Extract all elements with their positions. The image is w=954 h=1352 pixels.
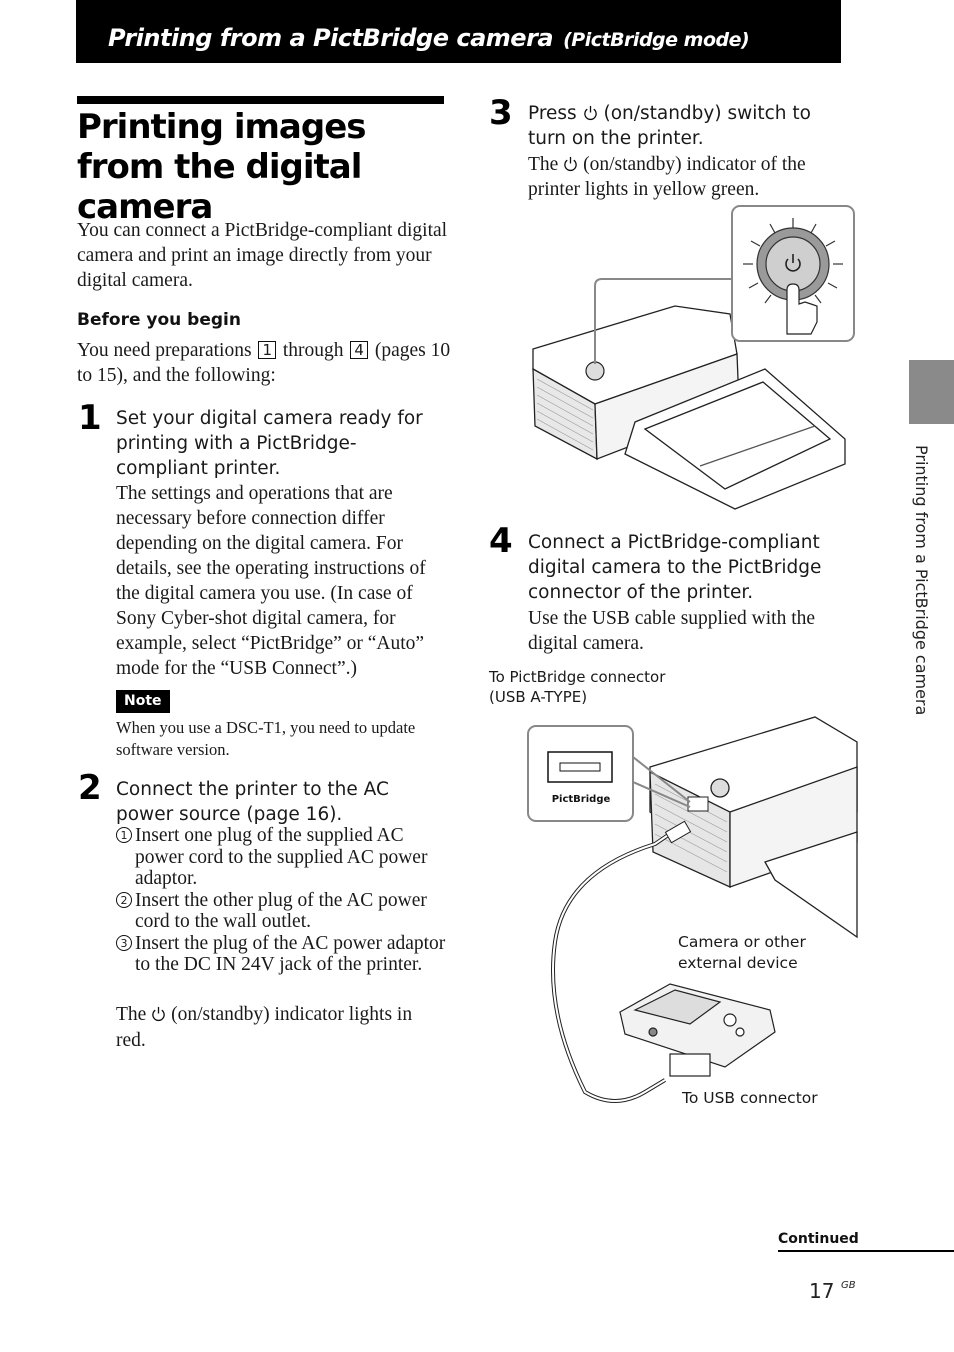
step-2-substeps: 1 Insert one plug of the supplied AC pow… — [116, 825, 456, 976]
note-badge: Note — [116, 690, 170, 713]
step-1-heading: Set your digital camera ready for printi… — [116, 408, 423, 479]
camera-label: Camera or other external device — [678, 932, 806, 974]
section-title-text: Printing from a PictBridge camera — [108, 24, 554, 52]
step-3-number: 3 — [489, 93, 513, 133]
preparations-paragraph: You need preparations 1 through 4 (pages… — [77, 338, 457, 388]
heading-rule — [77, 96, 444, 104]
step-2-number: 2 — [78, 768, 102, 808]
step-2-result: The (on/standby) indicator lights in red… — [116, 1002, 446, 1054]
prep-text-middle: through — [282, 340, 344, 361]
power-icon — [583, 105, 597, 120]
page-title: Printing images from the digital camera — [77, 107, 367, 227]
pictbridge-connector-label: To PictBridge connector (USB A-TYPE) — [489, 667, 665, 707]
continued-rule — [778, 1250, 954, 1252]
substep-item: 2 Insert the other plug of the AC power … — [116, 890, 456, 933]
prep-box-end: 4 — [350, 341, 368, 359]
step-4-body: Use the USB cable supplied with the digi… — [528, 608, 816, 654]
camera-label-line1: Camera or other — [678, 933, 806, 951]
step-4-number: 4 — [489, 521, 513, 561]
power-icon — [152, 1006, 165, 1021]
usb-port — [687, 796, 709, 812]
page-number: 17 — [809, 1279, 835, 1303]
camera-connection-illustration: PictBridge — [527, 716, 858, 1103]
chapter-tab-label: Printing from a PictBridge camera — [912, 445, 931, 716]
step-1-number: 1 — [78, 398, 102, 438]
usb-cable — [551, 825, 682, 1103]
substep-marker: 3 — [116, 934, 132, 951]
usb-port-slot — [559, 762, 601, 772]
step-2-heading: Connect the printer to the AC power sour… — [116, 779, 389, 825]
substep-marker: 2 — [116, 891, 132, 908]
page-language: GB — [841, 1280, 856, 1291]
intro-paragraph: You can connect a PictBridge-compliant d… — [77, 220, 448, 291]
step-4-heading: Connect a PictBridge-compliant digital c… — [528, 532, 822, 603]
substep-text: Insert the plug of the AC power adaptor … — [135, 932, 446, 976]
usb-connector-label: To USB connector — [682, 1089, 818, 1107]
printer-power-illustration — [532, 205, 855, 510]
camera-label-line2: external device — [678, 954, 798, 972]
chapter-tab — [909, 360, 954, 424]
section-header-banner: Printing from a PictBridge camera (PictBr… — [76, 0, 841, 63]
pictbridge-connector-label-line1: To PictBridge connector — [489, 668, 666, 686]
step-2-result-before: The — [116, 1004, 147, 1025]
substep-marker: 1 — [116, 827, 132, 843]
prep-text-before: You need preparations — [77, 340, 252, 361]
section-title: Printing from a PictBridge camera (PictBr… — [108, 24, 750, 52]
step-3-heading: Press (on/standby) switch to turn on the… — [528, 101, 848, 151]
prep-box-start: 1 — [258, 341, 276, 359]
pictbridge-port-label: PictBridge — [552, 794, 611, 805]
power-button-face — [765, 236, 821, 292]
before-you-begin-heading: Before you begin — [77, 310, 241, 330]
substep-text: Insert one plug of the supplied AC power… — [135, 825, 428, 889]
power-icon — [564, 156, 577, 171]
note-text: When you use a DSC-T1, you need to updat… — [116, 718, 416, 759]
step-1-body: The settings and operations that are nec… — [116, 483, 426, 679]
substep-item: 3 Insert the plug of the AC power adapto… — [116, 933, 456, 976]
substep-item: 1 Insert one plug of the supplied AC pow… — [116, 825, 456, 890]
usb-mini-plug — [669, 1053, 711, 1077]
substep-text: Insert the other plug of the AC power co… — [135, 889, 427, 933]
step-3-body-before: The — [528, 154, 559, 175]
printer-power-button — [585, 361, 605, 381]
section-subtitle: (PictBridge mode) — [563, 29, 750, 51]
step-3-heading-before: Press — [528, 103, 577, 124]
step-3-body: The (on/standby) indicator of the printe… — [528, 152, 858, 202]
continued-label: Continued — [778, 1231, 859, 1247]
pictbridge-connector-label-line2: (USB A-TYPE) — [489, 688, 588, 706]
